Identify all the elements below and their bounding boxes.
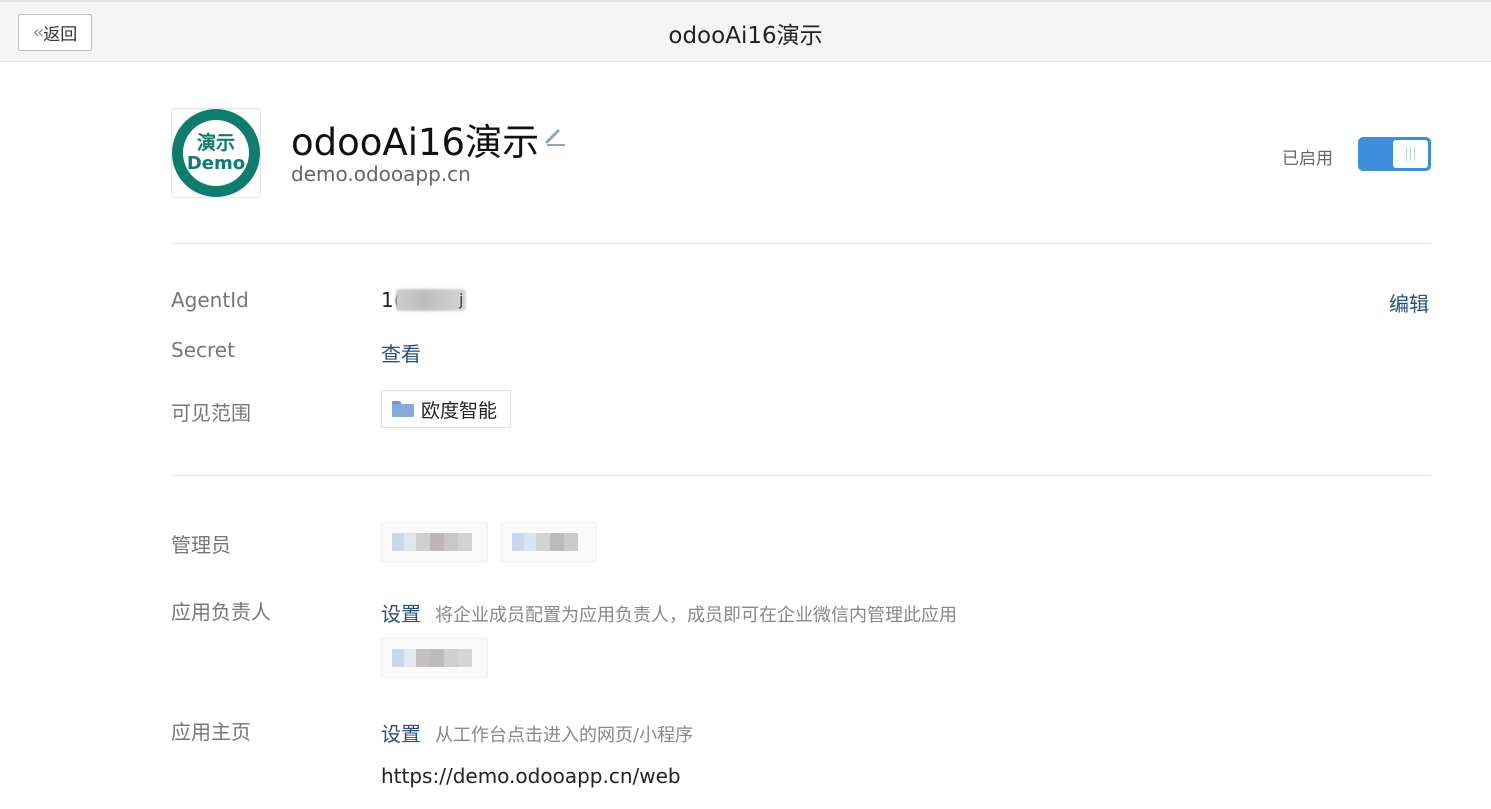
owner-label: 应用负责人 — [171, 600, 271, 624]
pixel — [430, 649, 444, 667]
redacted-block — [396, 289, 466, 311]
homepage-label: 应用主页 — [171, 720, 251, 744]
pixel — [458, 533, 472, 551]
pixel — [404, 533, 416, 551]
toggle-knob — [1393, 140, 1428, 168]
owner-row: 设置 将企业成员配置为应用负责人，成员即可在企业微信内管理此应用 — [381, 598, 957, 627]
homepage-url: https://demo.odooapp.cn/web — [381, 764, 681, 788]
homepage-row: 设置 从工作台点击进入的网页/小程序 — [381, 718, 693, 747]
pixel — [416, 649, 430, 667]
pixel — [392, 649, 404, 667]
admins-label: 管理员 — [171, 533, 231, 557]
divider — [171, 475, 1431, 476]
agentid-visible-suffix: j — [459, 290, 464, 309]
owner-description: 将企业成员配置为应用负责人，成员即可在企业微信内管理此应用 — [435, 605, 957, 626]
view-secret-link[interactable]: 查看 — [381, 338, 421, 367]
divider — [171, 243, 1431, 244]
pixel — [536, 533, 550, 551]
pixel — [404, 649, 416, 667]
logo-text-en: Demo — [186, 152, 246, 174]
pixel — [430, 533, 444, 551]
pixel — [444, 649, 458, 667]
visibility-label: 可见范围 — [171, 401, 251, 425]
logo-text-cn: 演示 — [196, 131, 235, 154]
homepage-description: 从工作台点击进入的网页/小程序 — [435, 725, 694, 746]
pencil-icon[interactable] — [543, 124, 567, 148]
app-logo: 演示 Demo — [171, 108, 261, 198]
edit-link[interactable]: 编辑 — [1389, 288, 1429, 317]
toggle-grip-icon — [1406, 147, 1415, 161]
agentid-label: AgentId — [171, 288, 249, 312]
app-name: odooAi16演示 — [291, 121, 540, 164]
admin-member-chip[interactable] — [501, 522, 597, 562]
folder-icon — [392, 401, 414, 417]
visibility-dept-name: 欧度智能 — [421, 399, 498, 422]
page-title: odooAi16演示 — [668, 23, 823, 49]
owner-set-link[interactable]: 设置 — [381, 602, 421, 626]
enabled-toggle[interactable] — [1358, 137, 1431, 171]
admin-member-chip[interactable] — [381, 522, 488, 562]
secret-label: Secret — [171, 338, 235, 362]
logo-inner: 演示 Demo — [183, 120, 249, 186]
pixel — [550, 533, 564, 551]
pixel — [416, 533, 430, 551]
pixel — [512, 533, 524, 551]
pixel — [564, 533, 578, 551]
app-domain: demo.odooapp.cn — [291, 162, 471, 186]
enabled-status-label: 已启用 — [1282, 149, 1333, 169]
owner-member-chip[interactable] — [381, 638, 488, 678]
top-bar: ‹‹ 返回 odooAi16演示 — [0, 0, 1491, 62]
visibility-dept-tag[interactable]: 欧度智能 — [381, 390, 511, 428]
pixel — [458, 649, 472, 667]
pixel — [524, 533, 536, 551]
homepage-set-link[interactable]: 设置 — [381, 722, 421, 746]
logo-ring: 演示 Demo — [172, 109, 260, 197]
pixel — [392, 533, 404, 551]
pixel — [444, 533, 458, 551]
